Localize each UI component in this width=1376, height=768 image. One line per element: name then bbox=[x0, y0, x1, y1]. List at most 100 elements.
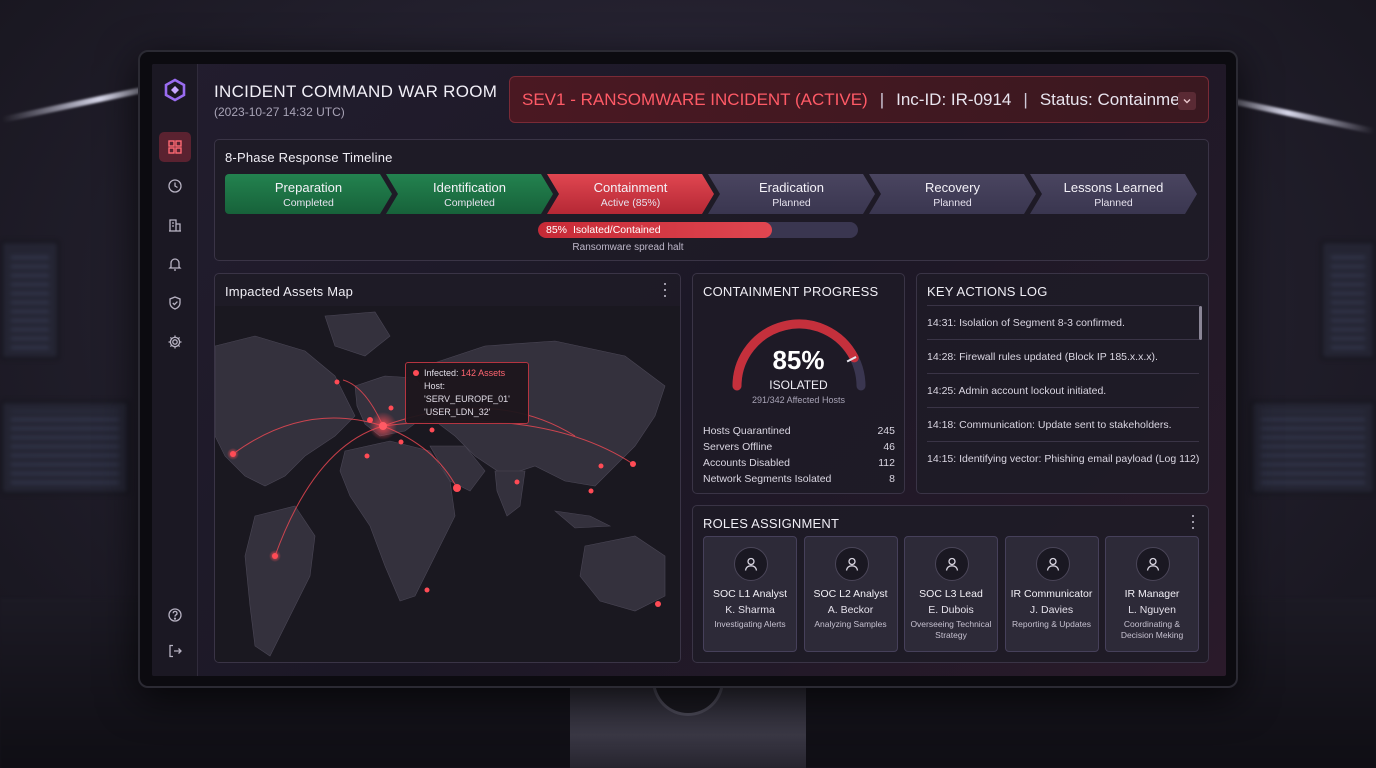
phase-name: Lessons Learned bbox=[1063, 179, 1164, 195]
map-more-menu-icon[interactable] bbox=[662, 283, 668, 297]
role-person-name: L. Nguyen bbox=[1128, 604, 1176, 616]
map-infection-tooltip: Infected: 142 Assets Host: 'SERV_EUROPE_… bbox=[405, 362, 529, 424]
phase-recovery[interactable]: Recovery Planned bbox=[869, 174, 1036, 214]
progress-label: 85% Isolated/Contained bbox=[546, 224, 661, 236]
role-title: SOC L3 Lead bbox=[919, 588, 983, 600]
log-entry[interactable]: 14:15: Identifying vector: Phishing emai… bbox=[927, 441, 1199, 475]
phase-identification[interactable]: Identification Completed bbox=[386, 174, 553, 214]
tooltip-infected-value: 142 Assets bbox=[461, 368, 506, 378]
role-card[interactable]: SOC L1 Analyst K. Sharma Investigating Ale… bbox=[703, 536, 797, 652]
dashboard-grid-icon bbox=[168, 140, 182, 154]
help-icon bbox=[168, 608, 182, 622]
background-monitor-right-2 bbox=[1320, 240, 1376, 360]
tooltip-status-dot bbox=[413, 370, 419, 376]
phase-state: Planned bbox=[933, 196, 972, 209]
sidebar-item-settings[interactable] bbox=[159, 327, 191, 357]
sidebar-item-logout[interactable] bbox=[159, 636, 191, 666]
india-shape bbox=[494, 470, 526, 517]
infection-point-mediterranean bbox=[364, 453, 370, 459]
role-title: SOC L1 Analyst bbox=[712, 588, 788, 600]
stat-value: 46 bbox=[883, 441, 895, 453]
sidebar-item-security[interactable] bbox=[159, 288, 191, 318]
log-entry[interactable]: 14:25: Admin account lockout initiated. bbox=[927, 373, 1199, 407]
incident-status: Status: Containment bbox=[1039, 89, 1194, 109]
sidebar-item-alerts[interactable] bbox=[159, 249, 191, 279]
actions-log-scrollbar[interactable] bbox=[1199, 306, 1202, 340]
roles-title: ROLES ASSIGNMENT bbox=[703, 516, 840, 531]
infection-point-south-asia bbox=[588, 488, 594, 494]
phase-name: Containment bbox=[593, 179, 668, 195]
phase-state: Completed bbox=[444, 196, 495, 209]
stat-row: Network Segments Isolated 8 bbox=[703, 471, 895, 487]
sidebar-item-history[interactable] bbox=[159, 171, 191, 201]
avatar bbox=[1035, 547, 1070, 581]
stat-row: Hosts Quarantined 245 bbox=[703, 423, 895, 439]
banner-divider: | bbox=[1023, 89, 1028, 109]
phase-name: Eradication bbox=[758, 179, 825, 195]
containment-title: CONTAINMENT PROGRESS bbox=[703, 284, 879, 299]
world-map[interactable]: Infected: 142 Assets Host: 'SERV_EUROPE_… bbox=[215, 306, 680, 662]
role-person-name: A. Beckor bbox=[827, 604, 874, 616]
user-icon bbox=[1046, 557, 1059, 571]
phase-state: Planned bbox=[1094, 196, 1133, 209]
infection-point-india bbox=[514, 479, 520, 485]
phase-eradication[interactable]: Eradication Planned bbox=[708, 174, 875, 214]
shield-check-icon bbox=[169, 296, 181, 310]
clock-icon bbox=[168, 179, 182, 193]
actions-log-list[interactable]: 14:31: Isolation of Segment 8-3 confirme… bbox=[927, 305, 1199, 475]
role-card[interactable]: IR Communicator J. Davies Reporting & Upda… bbox=[1004, 536, 1099, 652]
phase-state: Active (85%) bbox=[600, 196, 661, 209]
containment-progress-bar: 85% Isolated/Contained bbox=[538, 222, 858, 238]
phase-state: Planned bbox=[772, 196, 811, 209]
sidebar-item-help[interactable] bbox=[159, 600, 191, 630]
page-timestamp: (2023-10-27 14:32 UTC) bbox=[214, 105, 345, 119]
stat-value: 8 bbox=[889, 473, 895, 485]
role-card[interactable]: SOC L2 Analyst A. Beckor Analyzing Samples bbox=[803, 536, 898, 652]
avatar bbox=[1136, 547, 1170, 581]
incident-severity: SEV1 - RANSOMWARE INCIDENT (ACTIVE) bbox=[522, 89, 868, 109]
user-icon bbox=[945, 557, 959, 571]
sidebar-item-assets[interactable] bbox=[159, 210, 191, 240]
stat-label: Servers Offline bbox=[703, 441, 773, 453]
phase-name: Identification bbox=[433, 179, 506, 195]
progress-note: Ransomware spread halt bbox=[572, 242, 684, 253]
infection-point-north-europe bbox=[388, 405, 394, 411]
containment-label: ISOLATED bbox=[769, 378, 828, 392]
role-title: SOC L2 Analyst bbox=[813, 588, 888, 600]
stat-value: 245 bbox=[877, 425, 895, 437]
banner-divider: | bbox=[879, 89, 885, 109]
log-entry[interactable]: 14:28: Firewall rules updated (Block IP … bbox=[927, 339, 1199, 373]
infection-point-scandinavia bbox=[334, 379, 340, 385]
sidebar-item-dashboard[interactable] bbox=[159, 132, 191, 162]
phase-preparation[interactable]: Preparation Completed bbox=[225, 174, 392, 214]
world-map-graphic bbox=[215, 311, 666, 657]
log-entry[interactable]: 14:18: Communication: Update sent to sta… bbox=[927, 407, 1199, 441]
infection-point-japan bbox=[630, 461, 636, 467]
role-card[interactable]: IR Manager L. Nguyen Coordinating & Decisi… bbox=[1105, 536, 1199, 652]
roles-assignment-panel: ROLES ASSIGNMENT SOC L1 Analyst K. Sharma… bbox=[692, 505, 1209, 663]
roles-more-menu-icon[interactable] bbox=[1190, 515, 1196, 529]
indonesia-shape bbox=[554, 510, 612, 529]
server-icon bbox=[169, 219, 181, 232]
phase-containment[interactable]: Containment Active (85%) bbox=[547, 174, 714, 214]
user-icon bbox=[1146, 557, 1160, 571]
map-title: Impacted Assets Map bbox=[225, 284, 354, 299]
gear-icon bbox=[168, 335, 182, 349]
dashboard-screen: INCIDENT COMMAND WAR ROOM (2023-10-27 14… bbox=[152, 64, 1226, 676]
phase-name: Preparation bbox=[274, 179, 343, 195]
role-task: Analyzing Samples bbox=[814, 619, 887, 629]
greenland-shape bbox=[324, 311, 391, 357]
log-entry[interactable]: 14:31: Isolation of Segment 8-3 confirme… bbox=[927, 305, 1199, 339]
role-card[interactable]: SOC L3 Lead E. Dubois Overseeing Technical… bbox=[904, 536, 998, 652]
logout-icon bbox=[169, 644, 182, 658]
infection-point-turkey bbox=[398, 439, 404, 445]
avatar bbox=[834, 547, 869, 581]
progress-percent: 85% bbox=[546, 224, 568, 236]
phase-lessons-learned[interactable]: Lessons Learned Planned bbox=[1030, 174, 1197, 214]
containment-affected-hosts: 291/342 Affected Hosts bbox=[752, 395, 845, 405]
infection-hotspot-europe-core bbox=[379, 422, 387, 430]
incident-banner[interactable]: SEV1 - RANSOMWARE INCIDENT (ACTIVE) | In… bbox=[509, 76, 1209, 123]
stat-value: 112 bbox=[878, 457, 895, 469]
user-icon bbox=[845, 557, 858, 571]
incident-dropdown-button[interactable] bbox=[1178, 92, 1196, 110]
